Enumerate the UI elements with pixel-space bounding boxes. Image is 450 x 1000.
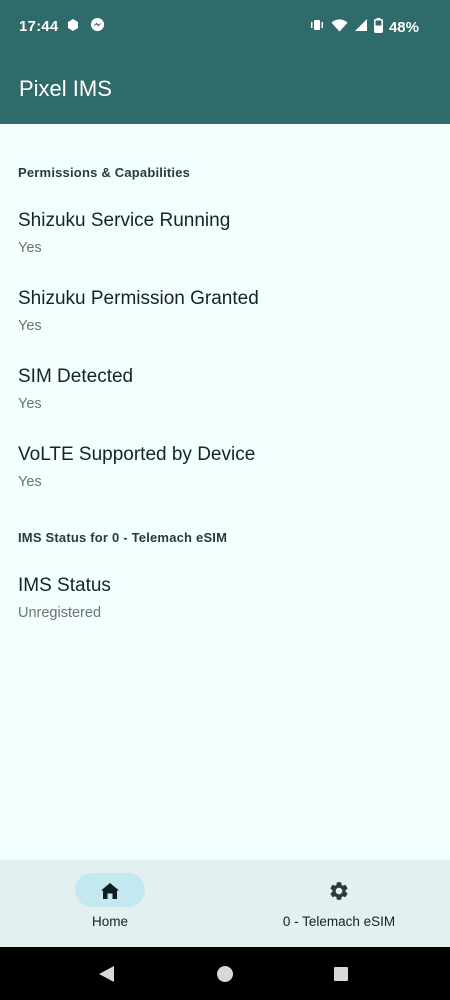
nav-label-home: Home [91,914,128,929]
system-navigation-bar [0,947,450,1000]
pref-summary: Yes [18,318,42,334]
app-bar: Pixel IMS [0,55,450,124]
wifi-icon [331,18,348,38]
home-button-icon[interactable] [216,965,234,988]
back-icon[interactable] [98,965,115,988]
nav-item-sim[interactable]: 0 - Telemach eSIM [228,860,450,947]
status-time: 17:44 [19,18,59,35]
section-header-ims-status: IMS Status for 0 - Telemach eSIM [18,530,228,545]
recents-icon[interactable] [333,966,349,987]
pref-title: IMS Status [18,575,111,596]
pref-title: VoLTE Supported by Device [18,444,256,465]
battery-percent: 48% [388,19,419,36]
notification-app-icon [66,18,80,37]
nav-item-home[interactable]: Home [0,860,220,947]
signal-icon [354,18,368,37]
section-header-permissions: Permissions & Capabilities [18,165,191,180]
pref-title: SIM Detected [18,366,134,387]
pref-summary: Yes [18,474,42,490]
pref-shizuku-permission-granted[interactable]: Shizuku Permission Granted Yes [0,288,450,358]
pref-summary: Unregistered [18,605,102,621]
status-bar: 17:44 48% [0,0,450,55]
notification-icons [66,17,105,37]
nav-label-sim: 0 - Telemach eSIM [282,914,396,929]
pref-title: Shizuku Permission Granted [18,288,259,309]
pref-ims-status[interactable]: IMS Status Unregistered [0,575,450,645]
gear-icon [328,880,350,902]
home-icon [99,880,121,902]
settings-list: Permissions & Capabilities Shizuku Servi… [0,124,450,860]
messenger-icon [90,17,105,37]
battery-icon [374,17,383,38]
pref-summary: Yes [18,396,42,412]
pref-shizuku-service-running[interactable]: Shizuku Service Running Yes [0,210,450,280]
app-title: Pixel IMS [19,76,112,101]
pref-sim-detected[interactable]: SIM Detected Yes [0,366,450,436]
pref-title: Shizuku Service Running [18,210,231,231]
pref-volte-supported[interactable]: VoLTE Supported by Device Yes [0,444,450,514]
vibrate-icon [309,17,325,38]
bottom-navigation: Home 0 - Telemach eSIM [0,860,450,947]
pref-summary: Yes [18,240,42,256]
system-status-icons: 48% [309,17,419,38]
